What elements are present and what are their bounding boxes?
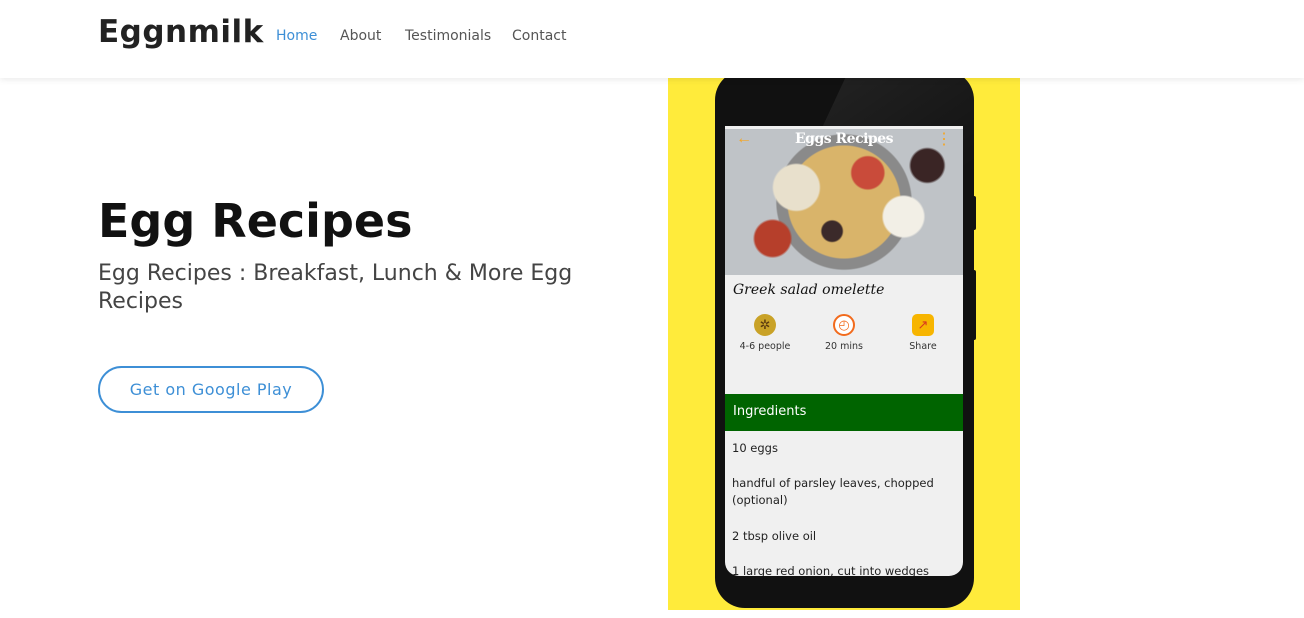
hero-subtitle: Egg Recipes : Breakfast, Lunch & More Eg… — [98, 261, 573, 314]
share-icon: ↗ — [912, 314, 934, 336]
timer-icon: ◴ — [833, 314, 855, 336]
ingredients-header: Ingredients — [725, 394, 963, 431]
stat-label: 20 mins — [825, 341, 863, 352]
google-play-button[interactable]: Get on Google Play — [98, 366, 324, 413]
ingredient-item: handful of parsley leaves, chopped (opti… — [732, 476, 934, 507]
ingredient-item: 10 eggs — [732, 441, 778, 455]
nav-link-testimonials[interactable]: Testimonials — [405, 28, 491, 44]
stat-share[interactable]: ↗ Share — [888, 314, 958, 352]
hero-title: Egg Recipes — [98, 194, 413, 248]
nav-link-about[interactable]: About — [340, 28, 381, 44]
app-title: Eggs Recipes — [795, 131, 893, 147]
stat-label: 4-6 people — [739, 341, 791, 352]
recipe-name: Greek salad omelette — [733, 282, 885, 298]
ingredient-item: 1 large red onion, cut into wedges — [732, 564, 930, 576]
nav-link-home[interactable]: Home — [276, 28, 317, 44]
back-arrow-icon[interactable]: ← — [735, 130, 753, 148]
navbar: Eggnmilk Home About Testimonials Contact — [0, 0, 1304, 78]
more-vert-icon[interactable]: ⋮ — [935, 129, 953, 149]
stat-time: ◴ 20 mins — [809, 314, 879, 352]
stat-servings: ✲ 4-6 people — [730, 314, 800, 352]
app-screen: Greek salad omelette ✲ 4-6 people ◴ 20 m… — [725, 126, 963, 576]
app-toolbar: ← Eggs Recipes ⋮ — [725, 120, 963, 158]
stat-label: Share — [909, 341, 937, 352]
brand-logo[interactable]: Eggnmilk — [98, 14, 264, 50]
servings-icon: ✲ — [754, 314, 776, 336]
nav-link-contact[interactable]: Contact — [512, 28, 566, 44]
ingredient-item: 2 tbsp olive oil — [732, 529, 817, 543]
